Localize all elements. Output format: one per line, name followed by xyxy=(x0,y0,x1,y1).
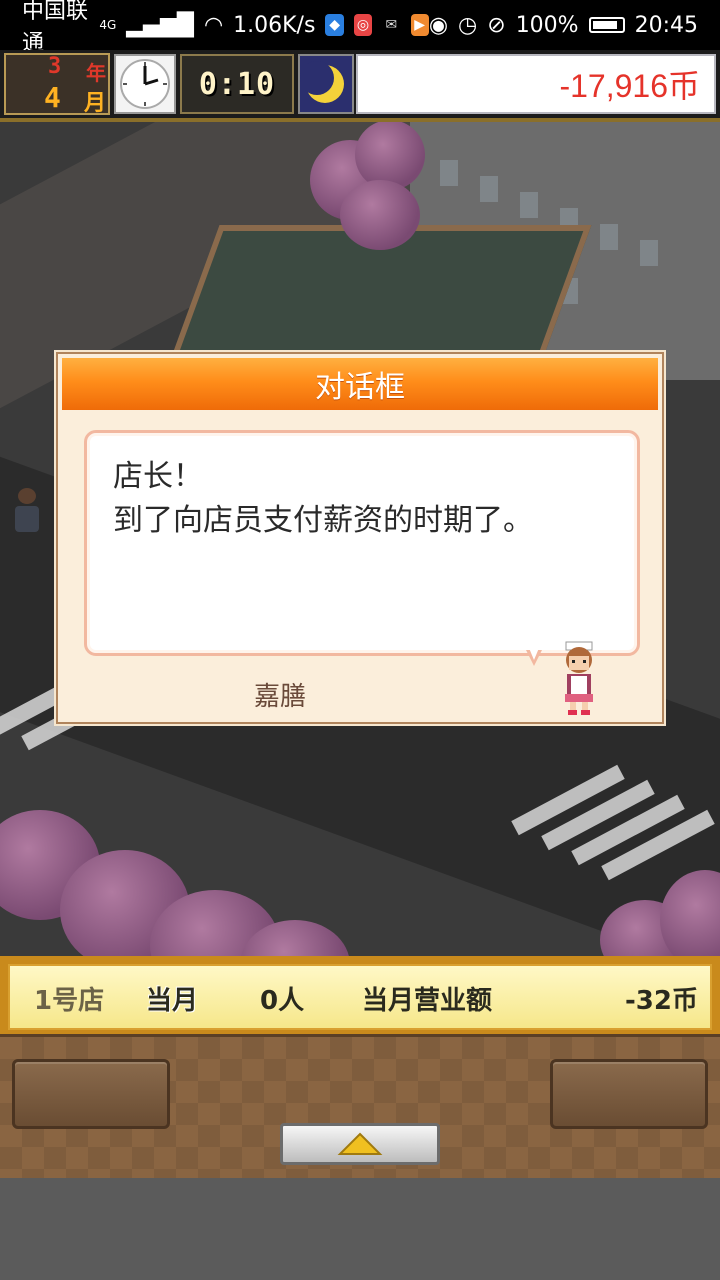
speech-bubble[interactable]: 店长！ 到了向店员支付薪资的时期了。 xyxy=(84,430,640,656)
clock-time: 20:45 xyxy=(634,12,698,38)
battery-level: 100% xyxy=(515,12,579,38)
monthly-revenue-label: 当月营业额 xyxy=(362,986,493,1016)
year-number: 3 xyxy=(48,54,62,79)
dialog-box[interactable]: 对话框 店长！ 到了向店员支付薪资的时期了。 嘉膳 xyxy=(56,352,664,724)
year-label: 年 xyxy=(86,61,106,85)
store-name: 1号店 xyxy=(34,986,105,1016)
dialog-line-1: 店长！ xyxy=(113,459,203,494)
month-number: 4 xyxy=(44,81,61,114)
dialog-line-2: 到了向店员支付薪资的时期了。 xyxy=(113,503,533,538)
money-display: -17,916币 xyxy=(356,54,716,114)
moon-icon xyxy=(298,54,354,114)
mute-icon: ⊘ xyxy=(487,12,506,38)
monthly-revenue-value: -32币 xyxy=(625,986,698,1016)
wifi-icon: ◠ xyxy=(203,12,224,38)
expand-menu-button[interactable] xyxy=(280,1123,440,1165)
month-label: 月 xyxy=(84,91,107,116)
empty-area xyxy=(0,1178,720,1280)
music-app-icon: ◎ xyxy=(353,14,373,36)
clock-icon[interactable] xyxy=(114,54,176,114)
play-app-icon: ▶ xyxy=(410,14,429,36)
status-bar: 中国联通 4G ▂▄▆█ ◠ 1.06K/s ◆ ◎ ✉ ▶ ◉ ◷ ⊘ 100… xyxy=(0,0,720,56)
signal-icon: ▂▄▆█ xyxy=(126,12,194,38)
network-type: 4G xyxy=(99,18,117,32)
date-display[interactable]: 3 年 4 月 xyxy=(4,53,110,116)
right-menu-button[interactable] xyxy=(550,1059,708,1129)
left-menu-button[interactable] xyxy=(12,1059,170,1129)
store-info-bar[interactable]: 1号店 当月 0人 当月营业额 -32币 xyxy=(0,956,720,1034)
wechat-icon: ✉ xyxy=(385,17,398,33)
current-month-label: 当月 xyxy=(146,986,199,1016)
triangle-up-icon xyxy=(337,1132,383,1155)
customer-count: 0人 xyxy=(260,986,305,1016)
carrier-label: 中国联通 xyxy=(22,0,89,56)
game-time-display: 0:10 xyxy=(180,54,294,114)
speaker-name: 嘉膳 xyxy=(254,682,307,712)
money-amount: -17,916币 xyxy=(559,68,700,104)
cherry-tree xyxy=(340,180,420,250)
control-panel xyxy=(0,1034,720,1181)
game-time: 0:10 xyxy=(198,66,276,102)
dialog-titlebar: 对话框 xyxy=(62,358,658,410)
alarm-icon: ◷ xyxy=(458,12,478,38)
maid-character-icon xyxy=(554,638,604,718)
eye-icon: ◉ xyxy=(428,12,449,38)
net-speed: 1.06K/s xyxy=(233,12,316,38)
cherry-tree xyxy=(355,120,425,190)
shield-app-icon: ◆ xyxy=(325,14,344,36)
top-hud: 3 年 4 月 0:10 -17,916币 xyxy=(0,50,720,122)
dialog-title: 对话框 xyxy=(315,370,405,405)
battery-icon xyxy=(588,17,625,33)
pedestrian[interactable] xyxy=(14,488,40,532)
